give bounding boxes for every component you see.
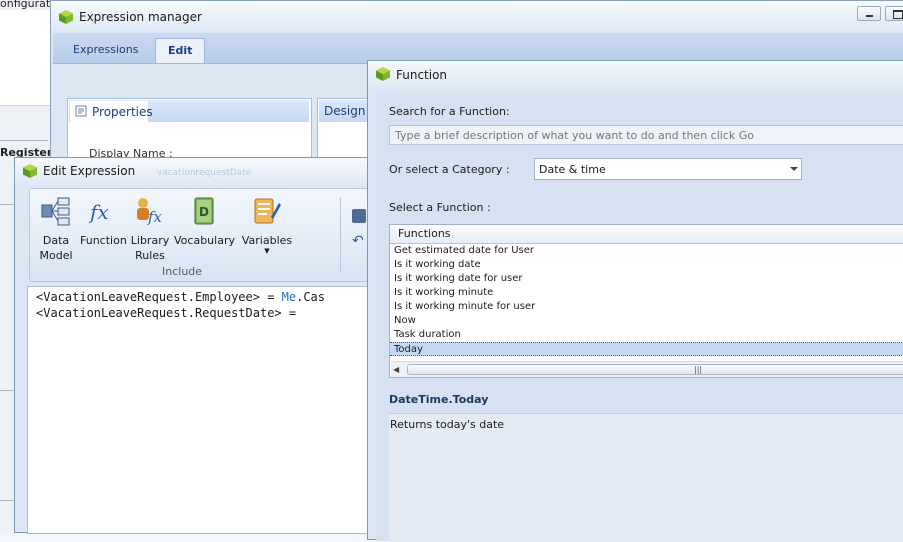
background-left-panel [0, 10, 50, 106]
include-group-label: Include [162, 265, 203, 278]
function-window-title: Function [396, 68, 448, 82]
function-description-box: Returns today's date [389, 413, 903, 542]
variables-icon [254, 198, 281, 224]
code-line: <VacationLeaveRequest.Employee> = Me.Cas [36, 290, 325, 304]
svg-text:fx: fx [88, 200, 109, 224]
maximize-button[interactable] [885, 6, 903, 21]
list-item[interactable]: Is it working date for user [390, 272, 903, 286]
edit-expression-title: Edit Expression [43, 164, 136, 178]
code-text: .Cas [296, 290, 325, 304]
list-item[interactable]: Now [390, 314, 903, 328]
data-model-label: Data Model [39, 234, 73, 262]
save-icon[interactable] [352, 209, 366, 223]
function-button[interactable]: fx Function [80, 195, 127, 257]
app-cube-icon [23, 164, 37, 178]
function-window-body: Search for a Function: Or select a Categ… [376, 91, 903, 542]
library-rules-label: Library Rules [130, 234, 170, 262]
minimize-button[interactable] [857, 6, 881, 21]
properties-icon [75, 105, 87, 117]
function-description-text: Returns today's date [390, 418, 505, 431]
list-item-selected[interactable]: Today [390, 342, 903, 356]
vocabulary-button[interactable]: D Vocabulary [174, 195, 235, 257]
category-select[interactable]: Date & time [534, 158, 802, 180]
function-label: Function [80, 234, 127, 247]
tab-edit[interactable]: Edit [155, 38, 205, 63]
expression-manager-title: Expression manager [79, 10, 202, 24]
edit-expression-ribbon: Data Model fx Function fx Library Rules … [29, 188, 371, 282]
select-function-label: Select a Function : [389, 201, 491, 214]
scrollbar-thumb[interactable]: ||| [407, 364, 903, 375]
code-line: <VacationLeaveRequest.RequestDate> = [36, 306, 297, 320]
variables-label: Variables [241, 234, 293, 247]
list-item[interactable]: Is it working minute for user [390, 300, 903, 314]
code-text: <VacationLeaveRequest.Employee> = [36, 290, 282, 304]
tab-properties[interactable]: Properties [70, 101, 153, 122]
expression-manager-titlebar[interactable]: Expression manager [51, 1, 903, 33]
properties-tab-label: Properties [92, 105, 153, 119]
ribbon-separator [340, 197, 341, 273]
function-window-titlebar[interactable]: Function [368, 61, 903, 89]
app-cube-icon [59, 10, 73, 24]
properties-header: Properties [69, 100, 309, 122]
background-divider [0, 204, 14, 205]
app-cube-icon [376, 67, 390, 81]
category-label: Or select a Category : [389, 163, 510, 176]
data-model-icon [41, 197, 70, 226]
code-keyword: Me [281, 290, 297, 304]
svg-text:fx: fx [147, 208, 163, 226]
data-model-button[interactable]: Data Model [34, 195, 78, 262]
vocabulary-label: Vocabulary [174, 234, 235, 247]
function-list-header-label: Functions [398, 227, 451, 240]
search-label: Search for a Function: [389, 105, 510, 118]
function-icon: fx [88, 200, 109, 224]
function-list-header[interactable]: Functions [390, 225, 903, 244]
category-value: Date & time [539, 163, 606, 176]
library-rules-button[interactable]: fx Library Rules [128, 195, 172, 262]
background-divider [0, 500, 14, 501]
chevron-down-icon: ▼ [264, 247, 270, 255]
background-divider [0, 390, 14, 391]
background-divider [0, 140, 48, 141]
variables-button[interactable]: Variables ▼ [236, 195, 298, 257]
edit-expression-window: Edit Expression vacationrequestDate Data… [14, 157, 374, 534]
svg-text:D: D [199, 205, 209, 219]
function-description-title: DateTime.Today [389, 393, 489, 406]
horizontal-scrollbar[interactable]: ◀ ||| [391, 361, 903, 377]
tab-expressions[interactable]: Expressions [61, 38, 150, 63]
undo-icon[interactable]: ↶ [352, 233, 364, 249]
library-rules-icon: fx [137, 198, 163, 226]
list-item[interactable]: Is it working date [390, 258, 903, 272]
function-list[interactable]: Functions Get estimated date for User Is… [389, 224, 903, 378]
function-window: Function Search for a Function: Or selec… [367, 60, 903, 542]
search-input[interactable] [389, 125, 903, 145]
chevron-down-icon [790, 167, 798, 171]
edit-expression-titlebar[interactable]: Edit Expression vacationrequestDate [15, 158, 373, 185]
expression-editor[interactable]: <VacationLeaveRequest.Employee> = Me.Cas… [27, 286, 373, 534]
vocabulary-icon: D [194, 197, 214, 225]
list-item[interactable]: Task duration [390, 328, 903, 342]
edit-expression-title-ghost: vacationrequestDate [157, 168, 252, 178]
scroll-left-icon[interactable]: ◀ [393, 365, 399, 374]
list-item[interactable]: Is it working minute [390, 286, 903, 300]
list-item[interactable]: Get estimated date for User [390, 244, 903, 258]
grip-icon: ||| [694, 365, 703, 374]
design-tab-label: Design [324, 104, 366, 118]
